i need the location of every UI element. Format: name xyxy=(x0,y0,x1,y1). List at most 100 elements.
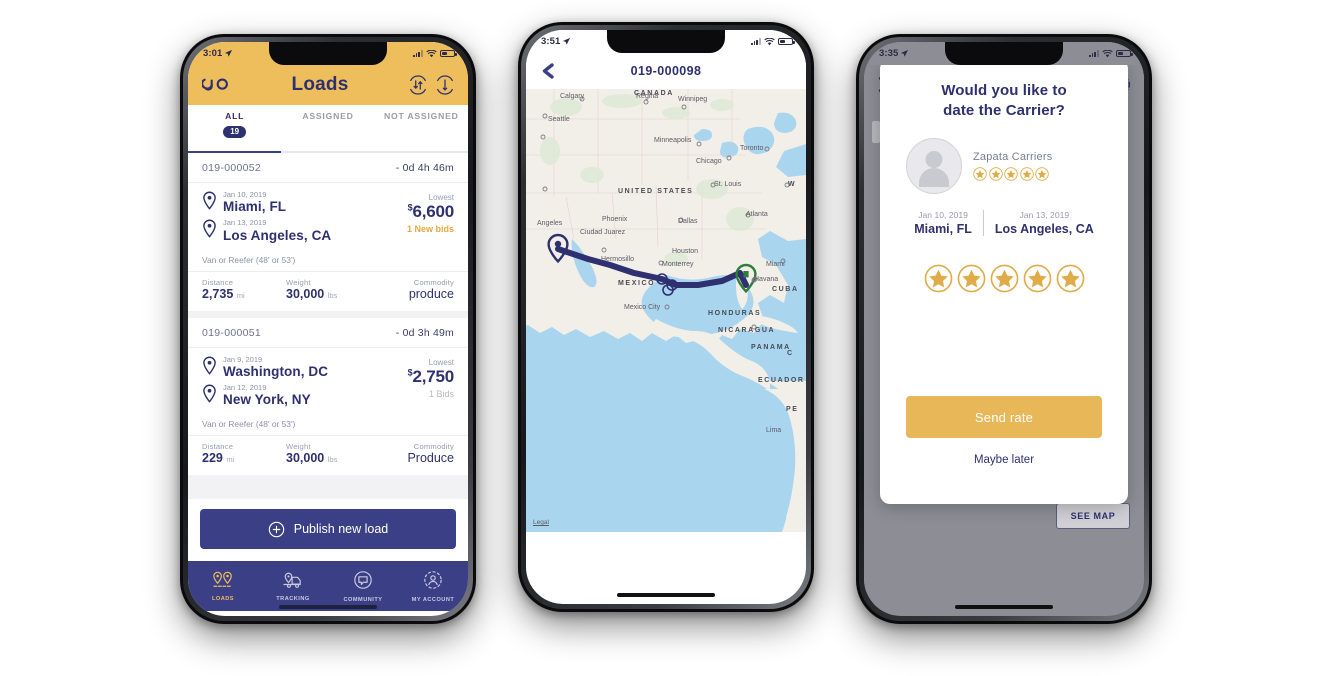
weight-meta: Weight 30,000 lbs xyxy=(286,278,370,301)
map-canvas: Calgary Regina Winnipeg SeattleMinneapolis… xyxy=(526,89,806,532)
equipment-type: Van or Reefer (48' or 53') xyxy=(188,416,468,436)
price-amount: 2,750 xyxy=(412,366,454,386)
tab-all-badge: 19 xyxy=(223,125,247,139)
weight-label: Weight xyxy=(286,277,311,287)
commodity-meta: Commodity Produce xyxy=(370,442,454,465)
load-price-block: Lowest $2,750 1 Bids xyxy=(366,356,455,413)
app-header: Loads xyxy=(188,65,468,105)
commodity-value: Produce xyxy=(407,451,454,465)
lowest-label: Lowest xyxy=(428,193,454,202)
phone3-screen: 3:35 019-000052 xyxy=(864,42,1144,616)
see-map-button[interactable]: SEE MAP xyxy=(1056,503,1130,529)
tab-not-assigned[interactable]: NOT ASSIGNED xyxy=(375,111,468,151)
distance-label: Distance xyxy=(202,277,234,287)
nav-item-community[interactable]: COMMUNITY xyxy=(328,570,398,603)
svg-text:PANAMA: PANAMA xyxy=(751,344,791,351)
svg-text:Mexico City: Mexico City xyxy=(624,304,661,311)
distance-label: Distance xyxy=(202,442,234,451)
weight-value: 30,000 lbs xyxy=(286,286,338,301)
pickup-city: Washington, DC xyxy=(223,363,329,379)
pickup-city: Miami, FL xyxy=(223,199,287,215)
phone1-screen: 3:01 Loads ALL 19 ASSIGNED NOT ASSIGNED … xyxy=(188,42,468,616)
route-map[interactable]: Calgary Regina Winnipeg Seattle Minneapolis… xyxy=(526,89,806,532)
weight-meta: Weight 30,000 lbs xyxy=(286,442,370,465)
tab-all[interactable]: ALL 19 xyxy=(188,111,281,151)
avatar xyxy=(906,137,962,194)
star-icon[interactable] xyxy=(990,264,1019,293)
publish-new-load-button[interactable]: Publish new load xyxy=(200,509,456,549)
commodity-label: Commodity xyxy=(413,277,454,287)
svg-text:NICARAGUA: NICARAGUA xyxy=(718,327,775,334)
maybe-later-link[interactable]: Maybe later xyxy=(880,454,1128,466)
commodity-label: Commodity xyxy=(413,442,454,451)
weight-unit: lbs xyxy=(327,455,338,464)
dropoff-stop: Jan 12, 2019 New York, NY xyxy=(202,382,366,407)
nav-item-loads[interactable]: LOADS xyxy=(188,571,258,602)
load-id: 019-000052 xyxy=(202,162,262,174)
status-time: 3:01 xyxy=(203,48,223,59)
carrier-name: Zapata Carriers xyxy=(973,150,1053,163)
location-arrow-icon xyxy=(563,37,571,45)
map-pin-icon xyxy=(203,356,216,375)
sort-icon[interactable] xyxy=(408,75,428,95)
wifi-icon xyxy=(1102,49,1113,57)
pickup-stop: Jan 9, 2019 Washington, DC xyxy=(202,355,366,379)
svg-text:PE: PE xyxy=(786,406,799,413)
plus-circle-icon xyxy=(268,521,284,537)
load-card[interactable]: 019-000052 - 0d 4h 46m Jan 10, 2019 Miam… xyxy=(188,153,468,311)
nav-item-tracking[interactable]: TRACKING xyxy=(258,571,328,602)
star-icon[interactable] xyxy=(1023,264,1052,293)
filter-icon[interactable] xyxy=(435,75,455,95)
rating-input-stars[interactable] xyxy=(898,264,1110,293)
dropoff-stop: Jan 13, 2019 Los Angeles, CA xyxy=(202,218,366,243)
star-icon xyxy=(1019,166,1034,181)
home-indicator xyxy=(617,592,715,597)
carrier-block: Zapata Carriers xyxy=(898,137,1110,194)
svg-text:CUBA: CUBA xyxy=(772,286,799,293)
nav-item-my-account[interactable]: MY ACCOUNT xyxy=(398,570,468,603)
nav-community-label: COMMUNITY xyxy=(343,596,383,603)
send-rate-button[interactable]: Send rate xyxy=(906,396,1102,438)
dropoff-date: Jan 12, 2019 xyxy=(223,382,267,392)
map-load-id: 019-000098 xyxy=(630,64,702,78)
battery-icon xyxy=(778,37,795,46)
svg-text:UNITED STATES: UNITED STATES xyxy=(618,188,693,195)
svg-text:Havana: Havana xyxy=(754,276,778,283)
home-indicator xyxy=(955,604,1053,609)
pickup-date: Jan 10, 2019 xyxy=(223,190,267,199)
bids-count[interactable]: 1 Bids xyxy=(366,389,454,399)
loads-list[interactable]: 019-000052 - 0d 4h 46m Jan 10, 2019 Miam… xyxy=(188,153,468,499)
svg-text:MEXICO: MEXICO xyxy=(618,280,655,287)
load-eta: - 0d 3h 49m xyxy=(395,326,454,339)
svg-text:CANADA: CANADA xyxy=(634,90,674,97)
map-legal-link[interactable]: Legal xyxy=(533,519,549,526)
notch xyxy=(945,42,1063,65)
tab-assigned[interactable]: ASSIGNED xyxy=(281,111,374,151)
svg-text:Toronto: Toronto xyxy=(740,145,763,152)
page-title: Loads xyxy=(291,74,349,95)
battery-icon xyxy=(1116,49,1133,58)
star-icon xyxy=(1004,166,1018,181)
load-route: Jan 10, 2019 Miami, FL Jan 13, 2019 Los … xyxy=(202,190,366,248)
truck-pin-icon xyxy=(283,572,301,588)
svg-text:Lima: Lima xyxy=(766,427,781,434)
weight-value: 30,000 lbs xyxy=(286,451,338,465)
pickup-stop: Jan 10, 2019 Miami, FL xyxy=(202,190,366,215)
distance-meta: Distance 229 mi xyxy=(202,442,286,465)
person-circle-icon xyxy=(424,570,442,589)
star-icon[interactable] xyxy=(957,264,986,293)
nav-account-label: MY ACCOUNT xyxy=(411,596,455,603)
star-icon[interactable] xyxy=(1056,264,1085,293)
tab-assigned-label: ASSIGNED xyxy=(302,111,354,121)
star-icon[interactable] xyxy=(924,264,953,293)
map-header: 019-000098 xyxy=(526,53,806,89)
star-icon xyxy=(1035,166,1049,181)
weight-unit: lbs xyxy=(327,290,338,300)
bids-count[interactable]: 1 New bids xyxy=(366,224,454,234)
svg-text:Angeles: Angeles xyxy=(537,220,563,227)
load-price-block: Lowest $6,600 1 New bids xyxy=(366,191,454,248)
load-card[interactable]: 019-000051 - 0d 3h 49m Jan 9, 2019 Washi… xyxy=(188,317,468,475)
tab-bar: ALL 19 ASSIGNED NOT ASSIGNED xyxy=(188,105,468,151)
go-logo xyxy=(202,78,228,91)
distance-meta: Distance 2,735 mi xyxy=(202,278,286,301)
